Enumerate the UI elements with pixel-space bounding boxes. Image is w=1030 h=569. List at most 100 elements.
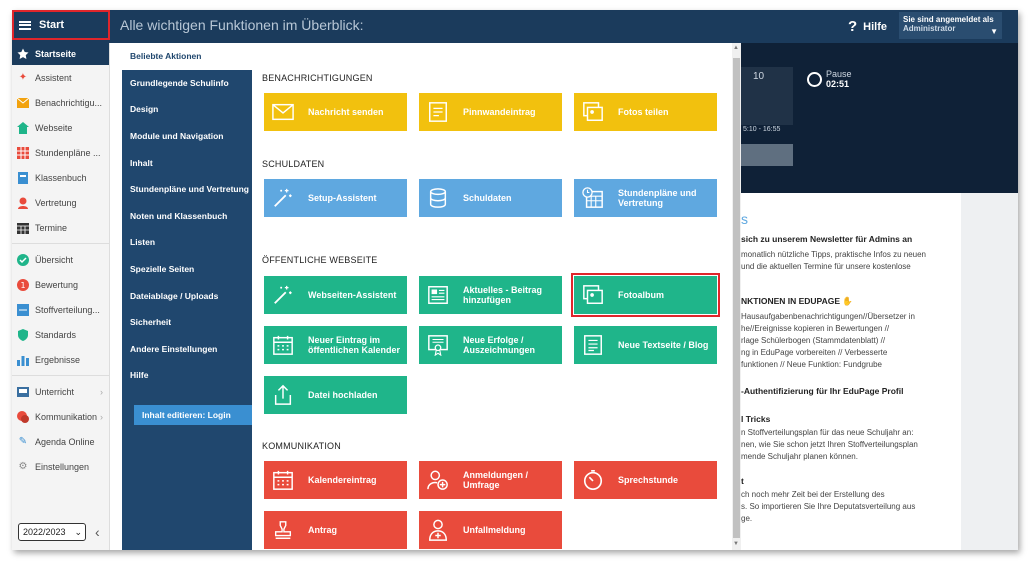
tile-label: Datei hochladen [308,390,378,400]
sidebar-item-label: Stoffverteilung... [35,304,100,315]
home-icon [17,121,29,134]
news-card: s sich zu unserem Newsletter für Admins … [741,193,961,550]
sidebar-item-startseite[interactable]: Startseite [12,43,109,65]
news-icon [427,284,449,306]
tile-antrag[interactable]: Antrag [264,511,407,549]
menu-scrollbar[interactable]: ▲ ▼ [732,43,741,550]
tile-unfallmeldung[interactable]: Unfallmeldung [419,511,562,549]
photo-album-icon [582,284,604,306]
tile-sprechstunde[interactable]: Sprechstunde [574,461,717,499]
pause-label: Pause [826,69,852,79]
sidebar-item-unterricht[interactable]: Unterricht › [12,379,109,404]
injured-person-icon [427,519,449,541]
tile-kalendereintrag[interactable]: Kalendereintrag [264,461,407,499]
tile-label: Stundenpläne und Vertretung [618,188,697,208]
school-year-value: 2022/2023 [23,527,66,537]
tile-neuer-kalendereintrag[interactable]: Neuer Eintrag im öffentlichen Kalender [264,326,407,364]
tip-heading[interactable]: t [741,475,961,487]
auth-heading[interactable]: -Authentifizierung für Ihr EduPage Profi… [741,385,961,397]
menu-item-design[interactable]: Design [122,96,252,123]
sidebar-item-klassenbuch[interactable]: Klassenbuch [12,165,109,190]
tile-fotos-teilen[interactable]: Fotos teilen [574,93,717,131]
sidebar-item-label: Vertretung [35,197,77,208]
sidebar-item-webseite[interactable]: Webseite [12,115,109,140]
period-time: 5:10 - 16:55 [743,126,781,133]
tile-aktuelles-beitrag[interactable]: Aktuelles - Beitrag hinzufügen [419,276,562,314]
sidebar-item-ergebnisse[interactable]: Ergebnisse [12,347,109,372]
sidebar-item-assistent[interactable]: ✦ Assistent [12,65,109,90]
menu-item-grundlegende-schulinfo[interactable]: Grundlegende Schulinfo [122,70,252,97]
envelope-icon [272,101,294,123]
tile-label: Neuer Eintrag im öffentlichen Kalender [308,335,401,355]
tile-label: Unfallmeldung [463,525,526,535]
scroll-up-icon[interactable]: ▲ [733,45,739,51]
sidebar-item-termine[interactable]: Termine [12,215,109,240]
tile-webseiten-assistent[interactable]: Webseiten-Assistent [264,276,407,314]
tricks-heading[interactable]: l Tricks [741,413,961,425]
menu-item-hilfe[interactable]: Hilfe [122,362,252,389]
news-text: und die aktuellen Termine für unsere kos… [741,262,911,271]
news-text: monatlich nützliche Tipps, praktische In… [741,250,926,259]
sidebar-item-uebersicht[interactable]: Übersicht [12,247,109,272]
check-icon [17,253,29,266]
tile-datei-hochladen[interactable]: Datei hochladen [264,376,407,414]
edit-content-login-button[interactable]: Inhalt editieren: Login [134,405,257,425]
chat-icon [17,410,29,423]
school-year-select[interactable]: 2022/2023 ⌄ [18,523,86,541]
award-icon [427,334,449,357]
scroll-down-icon[interactable]: ▼ [733,541,739,547]
magic-wand-icon [272,284,294,306]
person-icon [17,197,29,209]
tile-label: Webseiten-Assistent [308,290,397,300]
tip-text: s. So importieren Sie Ihre Deputatsverte… [741,502,916,511]
sidebar-divider [12,375,109,376]
scrollbar-thumb[interactable] [733,58,740,538]
sidebar-item-kommunikation[interactable]: Kommunikation › [12,404,109,429]
sidebar-item-vertretung[interactable]: Vertretung [12,190,109,215]
tile-neue-textseite-blog[interactable]: Neue Textseite / Blog [574,326,717,364]
menu-item-andere-einstellungen[interactable]: Andere Einstellungen [122,336,252,363]
sidebar-item-einstellungen[interactable]: ⚙ Einstellungen [12,454,109,479]
tile-schuldaten[interactable]: Schuldaten [419,179,562,217]
menu-item-sicherheit[interactable]: Sicherheit [122,309,252,336]
menu-item-dateiablage[interactable]: Dateiablage / Uploads [122,282,252,309]
tile-anmeldungen-umfrage[interactable]: Anmeldungen / Umfrage [419,461,562,499]
note-icon [427,101,449,123]
start-menu-button[interactable]: Start [12,10,110,40]
sidebar-item-label: Stundenpläne ... [35,147,101,158]
timetable-widget: 10 5:10 - 16:55 Pause 02:51 [741,43,1018,193]
sidebar-divider [12,243,109,244]
menu-item-spezielle-seiten[interactable]: Spezielle Seiten [122,256,252,283]
functions-heading[interactable]: NKTIONEN IN EDUPAGE ✋ [741,295,961,307]
tile-pinnwandeintrag[interactable]: Pinnwandeintrag [419,93,562,131]
tile-stundenplaene-vertretung[interactable]: Stundenpläne und Vertretung [574,179,717,217]
collapse-sidebar-icon[interactable]: ‹ [95,524,100,540]
tile-nachricht-senden[interactable]: Nachricht senden [264,93,407,131]
menu-item-beliebte-aktionen[interactable]: Beliebte Aktionen [122,43,252,70]
menu-item-noten-klassenbuch[interactable]: Noten und Klassenbuch [122,203,252,230]
sidebar-item-stundenplaene[interactable]: Stundenpläne ... [12,140,109,165]
card-fragment: s [741,211,748,227]
tile-fotoalbum[interactable]: Fotoalbum [571,273,720,317]
news-heading[interactable]: sich zu unserem Newsletter für Admins an [741,233,961,245]
menu-item-listen[interactable]: Listen [122,229,252,256]
menu-item-module-navigation[interactable]: Module und Navigation [122,123,252,150]
tile-label: Fotoalbum [618,290,664,300]
sidebar-item-benachrichtigungen[interactable]: Benachrichtigu... [12,90,109,115]
section-title-schuldaten: SCHULDATEN [262,159,325,169]
clock-icon [807,71,822,87]
sidebar-item-bewertung[interactable]: 1 Bewertung [12,272,109,297]
menu-item-inhalt[interactable]: Inhalt [122,149,252,176]
sidebar-item-standards[interactable]: Standards [12,322,109,347]
start-label: Start [39,19,65,31]
sidebar-item-label: Standards [35,329,77,340]
sidebar-item-agenda-online[interactable]: ✎ Agenda Online [12,429,109,454]
menu-item-stundenplaene[interactable]: Stundenpläne und Vertretung [122,176,252,203]
tile-neue-erfolge[interactable]: Neue Erfolge / Auszeichnungen [419,326,562,364]
help-button[interactable]: ? Hilfe [848,18,887,35]
sidebar-item-stoffverteilung[interactable]: Stoffverteilung... [12,297,109,322]
stamp-icon [272,519,294,541]
user-menu[interactable]: Sie sind angemeldet als Administrator ▼ [899,12,1002,39]
tile-label: Setup-Assistent [308,193,377,203]
tile-setup-assistent[interactable]: Setup-Assistent [264,179,407,217]
